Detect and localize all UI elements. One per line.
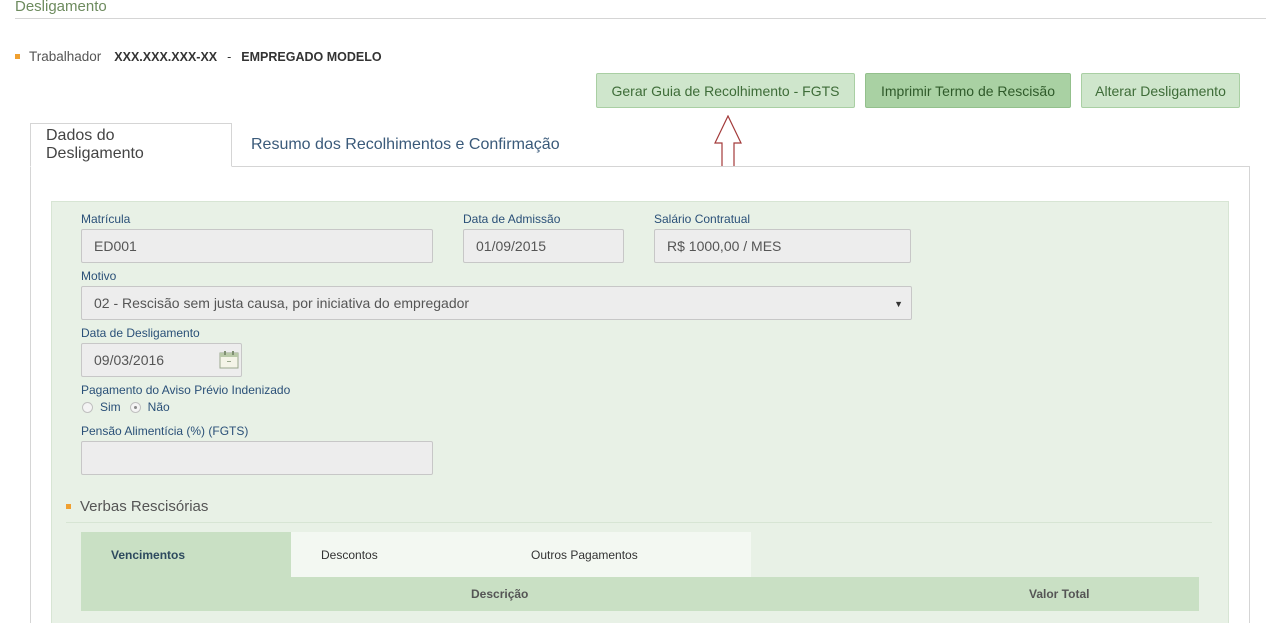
- calendar-icon[interactable]: [219, 350, 239, 369]
- severance-section-title: Verbas Rescisórias: [66, 498, 208, 515]
- salary-field[interactable]: R$ 1000,00 / MES: [654, 229, 911, 263]
- chevron-down-icon: ▼: [894, 299, 903, 309]
- severance-title: Verbas Rescisórias: [80, 498, 209, 515]
- reason-value: 02 - Rescisão sem justa causa, por inici…: [94, 295, 470, 311]
- admission-date-label: Data de Admissão: [463, 212, 561, 226]
- bullet-icon: [66, 504, 71, 509]
- worker-info: Trabalhador XXX.XXX.XXX-XX - EMPREGADO M…: [15, 49, 382, 64]
- column-description: Descrição: [471, 587, 529, 601]
- notice-yes-label: Sim: [100, 400, 121, 414]
- notice-yes-radio[interactable]: [82, 401, 93, 413]
- tab-termination-data[interactable]: Dados do Desligamento: [30, 123, 232, 167]
- notice-no-label: Não: [147, 400, 170, 414]
- admission-date-value: 01/09/2015: [476, 238, 547, 254]
- registration-field[interactable]: ED001: [81, 229, 433, 263]
- reason-select[interactable]: 02 - Rescisão sem justa causa, por inici…: [81, 286, 912, 320]
- tab-deductions[interactable]: Descontos: [321, 532, 378, 577]
- print-termination-button[interactable]: Imprimir Termo de Rescisão: [865, 73, 1071, 108]
- notice-no-radio[interactable]: [129, 401, 141, 413]
- tab-earnings[interactable]: Vencimentos: [81, 532, 291, 577]
- tab-other-payments[interactable]: Outros Pagamentos: [531, 532, 638, 577]
- notice-payment-label: Pagamento do Aviso Prévio Indenizado: [81, 383, 291, 397]
- worker-separator: -: [227, 50, 232, 64]
- reason-label: Motivo: [81, 269, 117, 283]
- salary-value: R$ 1000,00 / MES: [667, 238, 782, 254]
- alimony-label: Pensão Alimentícia (%) (FGTS): [81, 424, 249, 438]
- registration-label: Matrícula: [81, 212, 131, 226]
- salary-label: Salário Contratual: [654, 212, 751, 226]
- generate-fgts-button[interactable]: Gerar Guia de Recolhimento - FGTS: [596, 73, 855, 108]
- admission-date-field[interactable]: 01/09/2015: [463, 229, 624, 263]
- bullet-icon: [15, 54, 20, 59]
- termination-date-label: Data de Desligamento: [81, 326, 200, 340]
- section-divider: [66, 522, 1212, 523]
- severance-tabs: Vencimentos Descontos Outros Pagamentos: [81, 532, 751, 577]
- tab-summary-confirmation[interactable]: Resumo dos Recolhimentos e Confirmação: [236, 123, 575, 167]
- worker-name: EMPREGADO MODELO: [241, 50, 382, 64]
- worker-label: Trabalhador: [29, 49, 102, 64]
- registration-value: ED001: [94, 238, 137, 254]
- termination-date-value: 09/03/2016: [94, 352, 165, 368]
- title-divider: [15, 18, 1266, 19]
- notice-payment-radio-group: Sim Não: [82, 400, 170, 414]
- alimony-field[interactable]: [81, 441, 433, 475]
- page-title: Desligamento: [15, 0, 107, 15]
- termination-date-field[interactable]: 09/03/2016: [81, 343, 242, 377]
- severance-table-header: Descrição Valor Total: [81, 577, 1199, 611]
- column-total-value: Valor Total: [1029, 587, 1090, 601]
- worker-id: XXX.XXX.XXX-XX: [114, 50, 218, 64]
- alter-termination-button[interactable]: Alterar Desligamento: [1081, 73, 1240, 108]
